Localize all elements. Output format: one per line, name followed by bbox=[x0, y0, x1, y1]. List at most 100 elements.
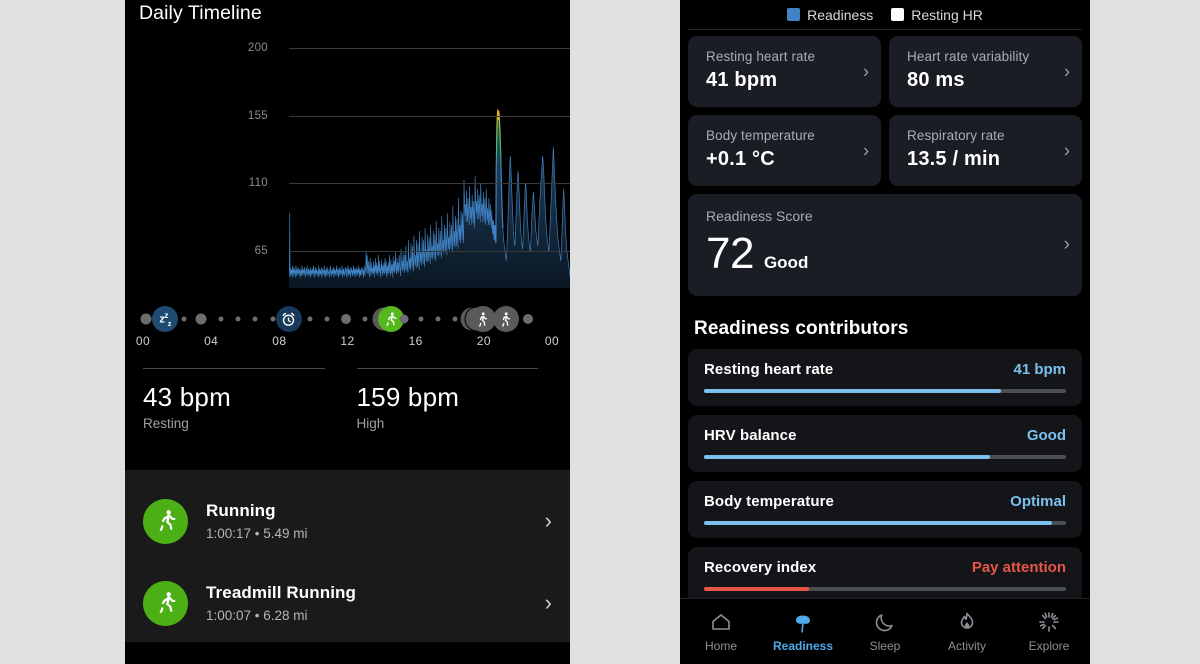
legend-item-readiness[interactable]: Readiness bbox=[787, 7, 873, 23]
timeline-dot bbox=[324, 316, 330, 322]
timeline-dot bbox=[340, 314, 351, 324]
running-icon bbox=[143, 498, 188, 544]
daily-timeline-panel: Daily Timeline 200 155 110 65 zzz 00 04 … bbox=[125, 0, 570, 664]
score-label: Readiness Score bbox=[706, 208, 813, 224]
contributors-heading: Readiness contributors bbox=[694, 318, 909, 339]
progress-bar-track bbox=[704, 455, 1066, 459]
list-item[interactable]: Treadmill Running 1:00:07 • 6.28 mi › bbox=[125, 570, 570, 636]
contributor-card[interactable]: Body temperature Optimal bbox=[688, 481, 1082, 538]
timeline-alarm-clock-icon[interactable] bbox=[275, 306, 302, 332]
contributor-name: Recovery index bbox=[704, 559, 817, 576]
activity-meta: 1:00:07 • 6.28 mi bbox=[206, 608, 308, 623]
chevron-right-icon[interactable]: › bbox=[1064, 234, 1070, 256]
leaf-icon bbox=[796, 615, 810, 633]
screenshot-root: Daily Timeline 200 155 110 65 zzz 00 04 … bbox=[0, 0, 1200, 664]
timeline-hour-label: 12 bbox=[340, 334, 355, 348]
nav-item-sleep[interactable]: Sleep bbox=[844, 610, 926, 653]
contributor-name: Resting heart rate bbox=[704, 361, 834, 378]
chevron-right-icon[interactable]: › bbox=[545, 592, 552, 614]
nav-label: Explore bbox=[1028, 639, 1070, 653]
timeline-dot bbox=[195, 313, 207, 325]
timeline-markers: zzz bbox=[125, 304, 570, 334]
metric-card-heart-rate-variability[interactable]: Heart rate variability 80 ms › bbox=[889, 36, 1082, 107]
contributor-value: Pay attention bbox=[971, 559, 1066, 576]
list-item[interactable]: Running 1:00:17 • 5.49 mi › bbox=[125, 488, 570, 554]
timeline-dot bbox=[252, 316, 258, 322]
metric-card-respiratory-rate[interactable]: Respiratory rate 13.5 / min › bbox=[889, 115, 1082, 186]
timeline-dot bbox=[270, 316, 276, 322]
nav-item-activity[interactable]: Activity bbox=[926, 610, 1008, 653]
gridline bbox=[289, 183, 570, 184]
contributors-list: Resting heart rate 41 bpm HRV balance Good B… bbox=[680, 349, 1090, 604]
chevron-right-icon[interactable]: › bbox=[545, 510, 552, 532]
contributor-value: 41 bpm bbox=[1013, 361, 1066, 378]
nav-label: Readiness bbox=[772, 639, 834, 653]
progress-bar-fill bbox=[704, 455, 990, 459]
y-axis-tick: 65 bbox=[254, 244, 268, 257]
gridline bbox=[289, 115, 570, 117]
readiness-score-card[interactable]: Readiness Score 72 Good › bbox=[688, 194, 1082, 296]
timeline-dot bbox=[140, 313, 152, 325]
flame-icon bbox=[960, 612, 974, 629]
activity-text: Treadmill Running 1:00:07 • 6.28 mi bbox=[188, 583, 545, 623]
contributor-card[interactable]: Resting heart rate 41 bpm bbox=[688, 349, 1082, 406]
timeline-dot bbox=[452, 316, 458, 322]
chevron-right-icon[interactable]: › bbox=[1064, 61, 1070, 82]
nav-item-readiness[interactable]: Readiness bbox=[762, 610, 844, 653]
legend-label: Resting HR bbox=[911, 6, 983, 23]
activity-meta: 1:00:17 • 5.49 mi bbox=[206, 526, 308, 541]
home-icon bbox=[712, 614, 730, 630]
score-value: 72 bbox=[706, 229, 754, 278]
progress-bar-fill bbox=[704, 587, 809, 591]
timeline-dot bbox=[362, 316, 368, 322]
stat-resting: 43 bpm Resting bbox=[143, 368, 339, 431]
stat-value: 159 bpm bbox=[356, 382, 460, 412]
timeline-walking-icon[interactable] bbox=[492, 306, 519, 332]
timeline-hour-label: 08 bbox=[272, 334, 287, 348]
running-icon bbox=[143, 580, 188, 626]
timeline-hour-label: 20 bbox=[476, 334, 491, 348]
contributor-name: Body temperature bbox=[704, 493, 834, 510]
timeline-hour-label: 00 bbox=[135, 334, 151, 348]
score-word: Good bbox=[763, 253, 809, 272]
progress-bar-fill bbox=[704, 389, 1001, 393]
metric-card-resting-heart-rate[interactable]: Resting heart rate 41 bpm › bbox=[688, 36, 881, 107]
nav-label: Activity bbox=[947, 639, 986, 653]
sun-rays-icon bbox=[1039, 612, 1059, 632]
timeline-dot bbox=[235, 316, 241, 322]
nav-item-explore[interactable]: Explore bbox=[1008, 610, 1090, 653]
chart-legend: Readiness Resting HR bbox=[680, 0, 1090, 29]
contributor-header: Resting heart rate 41 bpm bbox=[704, 361, 1066, 378]
metric-card-body-temperature[interactable]: Body temperature +0.1 °C › bbox=[688, 115, 881, 186]
contributor-card[interactable]: HRV balance Good bbox=[688, 415, 1082, 472]
timeline-hour-label: 16 bbox=[408, 334, 423, 348]
hr-summary-stats: 43 bpm Resting 159 bpm High bbox=[125, 368, 570, 431]
progress-bar-track bbox=[704, 389, 1066, 393]
contributor-card[interactable]: Recovery index Pay attention bbox=[688, 547, 1082, 604]
stat-value: 43 bpm bbox=[143, 382, 231, 412]
timeline-sleep-zzz-icon[interactable]: zzz bbox=[152, 306, 179, 332]
contributor-value: Good bbox=[1026, 427, 1066, 444]
contributor-header: HRV balance Good bbox=[704, 427, 1066, 444]
metric-label: Respiratory rate bbox=[907, 128, 1005, 143]
chevron-right-icon[interactable]: › bbox=[863, 61, 869, 82]
chart-svg bbox=[289, 109, 570, 288]
nav-item-home[interactable]: Home bbox=[680, 610, 762, 653]
timeline-hour-label: 04 bbox=[204, 334, 219, 348]
progress-bar-track bbox=[704, 521, 1066, 525]
legend-item-resting-hr[interactable]: Resting HR bbox=[891, 7, 983, 23]
metric-label: Body temperature bbox=[706, 128, 815, 143]
metric-label: Heart rate variability bbox=[907, 49, 1030, 64]
chart-area-fill bbox=[289, 109, 570, 288]
metric-value: +0.1 °C bbox=[706, 148, 775, 170]
timeline-dot bbox=[218, 316, 224, 322]
metric-value: 41 bpm bbox=[706, 69, 778, 91]
activity-timeline-strip[interactable]: zzz 00 04 08 12 16 20 00 bbox=[125, 304, 570, 358]
chevron-right-icon[interactable]: › bbox=[863, 140, 869, 161]
gridline bbox=[289, 48, 570, 49]
divider bbox=[356, 368, 538, 369]
chevron-right-icon[interactable]: › bbox=[1064, 140, 1070, 161]
contributor-name: HRV balance bbox=[704, 427, 797, 444]
timeline-dot bbox=[399, 314, 409, 324]
score-row: 72 Good bbox=[706, 230, 1064, 278]
